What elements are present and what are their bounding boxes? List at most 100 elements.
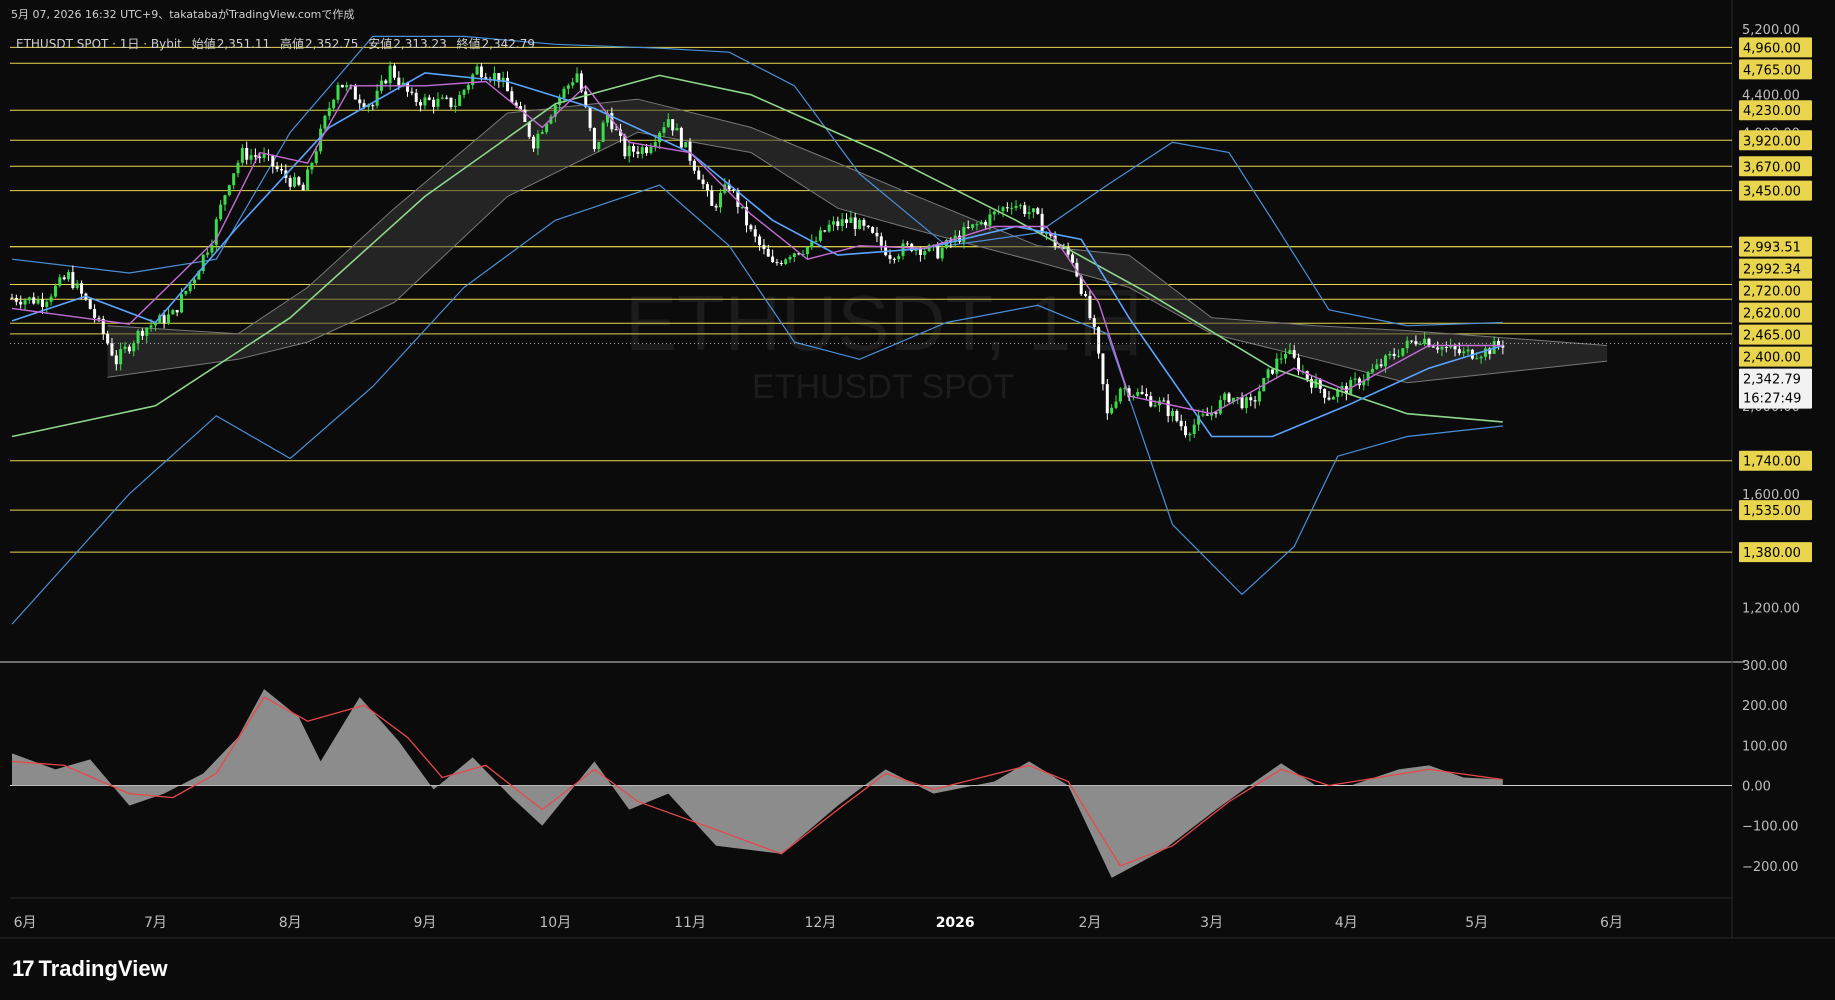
candle-body — [1375, 364, 1379, 369]
candle-body — [505, 77, 509, 92]
candle-body — [679, 127, 683, 148]
candle-body — [1270, 369, 1274, 374]
candle-body — [645, 147, 649, 154]
candle-body — [323, 115, 327, 129]
candle-body — [1288, 350, 1292, 354]
candle-body — [1097, 327, 1101, 354]
candle-body — [627, 145, 631, 157]
candle-body — [1084, 293, 1088, 296]
candle-body — [340, 84, 344, 88]
candle-body — [1266, 369, 1270, 378]
candle-body — [684, 142, 688, 148]
candle-body — [80, 283, 84, 294]
candle-body — [1418, 343, 1422, 345]
level-price-label: 3,670.00 — [1743, 160, 1801, 175]
candle-body — [301, 184, 305, 191]
open-label: 始値 — [191, 37, 216, 51]
time-tick-label: 5月 — [1465, 915, 1488, 931]
candle-body — [866, 225, 870, 228]
candle-body — [992, 211, 996, 215]
time-tick-label: 9月 — [413, 915, 436, 931]
meta-text: 5月 07, 2026 16:32 UTC+9、takatabaがTrading… — [11, 8, 355, 21]
candle-body — [575, 73, 579, 83]
candle-body — [293, 177, 297, 187]
macd-tick-label: 100.00 — [1742, 739, 1788, 754]
candle-body — [227, 185, 231, 196]
candle-body — [862, 219, 866, 226]
macd-tick-label: −100.00 — [1742, 820, 1798, 835]
candle-body — [814, 240, 818, 242]
candle-body — [879, 236, 883, 246]
level-price-label: 2,465.00 — [1743, 329, 1801, 344]
candle-body — [1123, 388, 1127, 390]
candle-body — [1175, 410, 1179, 421]
candle-body — [188, 283, 192, 291]
candle-body — [1405, 340, 1409, 349]
candle-body — [936, 244, 940, 259]
time-tick-label: 11月 — [674, 915, 706, 931]
candle-body — [697, 170, 701, 180]
macd-tick-label: −200.00 — [1742, 860, 1798, 875]
candle-body — [1179, 420, 1183, 427]
candle-body — [784, 259, 788, 265]
tradingview-brand[interactable]: 17 TradingView — [12, 956, 168, 982]
candle-body — [462, 89, 466, 95]
candle-body — [206, 252, 210, 255]
candle-body — [940, 248, 944, 259]
candle-body — [253, 155, 257, 157]
candle-body — [710, 190, 714, 206]
candle-body — [779, 263, 783, 265]
level-price-label: 4,230.00 — [1743, 104, 1801, 119]
candle-body — [75, 283, 79, 288]
candle-body — [601, 122, 605, 142]
candle-body — [445, 97, 449, 99]
candle-body — [180, 294, 184, 313]
candle-body — [71, 272, 75, 288]
candle-body — [897, 255, 901, 260]
candle-body — [384, 80, 388, 84]
candle-body — [792, 253, 796, 258]
candle-body — [671, 119, 675, 131]
candle-body — [1370, 368, 1374, 373]
candle-body — [827, 224, 831, 232]
candle-body — [397, 77, 401, 86]
time-tick-label: 6月 — [14, 915, 37, 931]
candle-body — [375, 90, 379, 106]
symbol-label[interactable]: ETHUSDT SPOT · 1日 · Bybit — [16, 37, 182, 51]
high-label: 高値 — [279, 37, 304, 51]
level-price-label: 2,992.34 — [1743, 263, 1801, 278]
candle-body — [1088, 295, 1092, 319]
chart-canvas[interactable]: ETHUSDT, 1日 ETHUSDT SPOT 5,200.004,400.0… — [0, 0, 1835, 1000]
candle-body — [110, 343, 114, 356]
macd-tick-label: 0.00 — [1742, 780, 1771, 795]
candle-body — [1040, 213, 1044, 234]
level-price-label: 1,740.00 — [1743, 455, 1801, 470]
candle-body — [153, 323, 157, 326]
candle-body — [758, 236, 762, 245]
candle-body — [1114, 401, 1118, 408]
low-value: 2,313.23 — [393, 37, 447, 51]
time-tick-label: 12月 — [805, 915, 837, 931]
candle-body — [1440, 347, 1444, 350]
candle-body — [1379, 364, 1383, 367]
candle-body — [392, 65, 396, 78]
time-tick-label: 8月 — [279, 915, 302, 931]
candle-body — [345, 85, 349, 88]
candle-body — [436, 98, 440, 107]
candle-body — [532, 136, 536, 149]
candle-body — [297, 177, 301, 185]
candle-body — [236, 162, 240, 174]
time-tick-label: 7月 — [144, 915, 167, 931]
candle-body — [358, 99, 362, 104]
candle-body — [97, 317, 101, 319]
candle-body — [840, 219, 844, 227]
candle-body — [193, 279, 197, 284]
candle-body — [984, 221, 988, 226]
candle-body — [766, 248, 770, 257]
candle-body — [1010, 207, 1014, 209]
level-price-label: 3,450.00 — [1743, 185, 1801, 200]
candle-body — [258, 156, 262, 159]
candle-body — [479, 66, 483, 78]
candle-body — [1140, 391, 1144, 395]
candle-body — [788, 257, 792, 260]
